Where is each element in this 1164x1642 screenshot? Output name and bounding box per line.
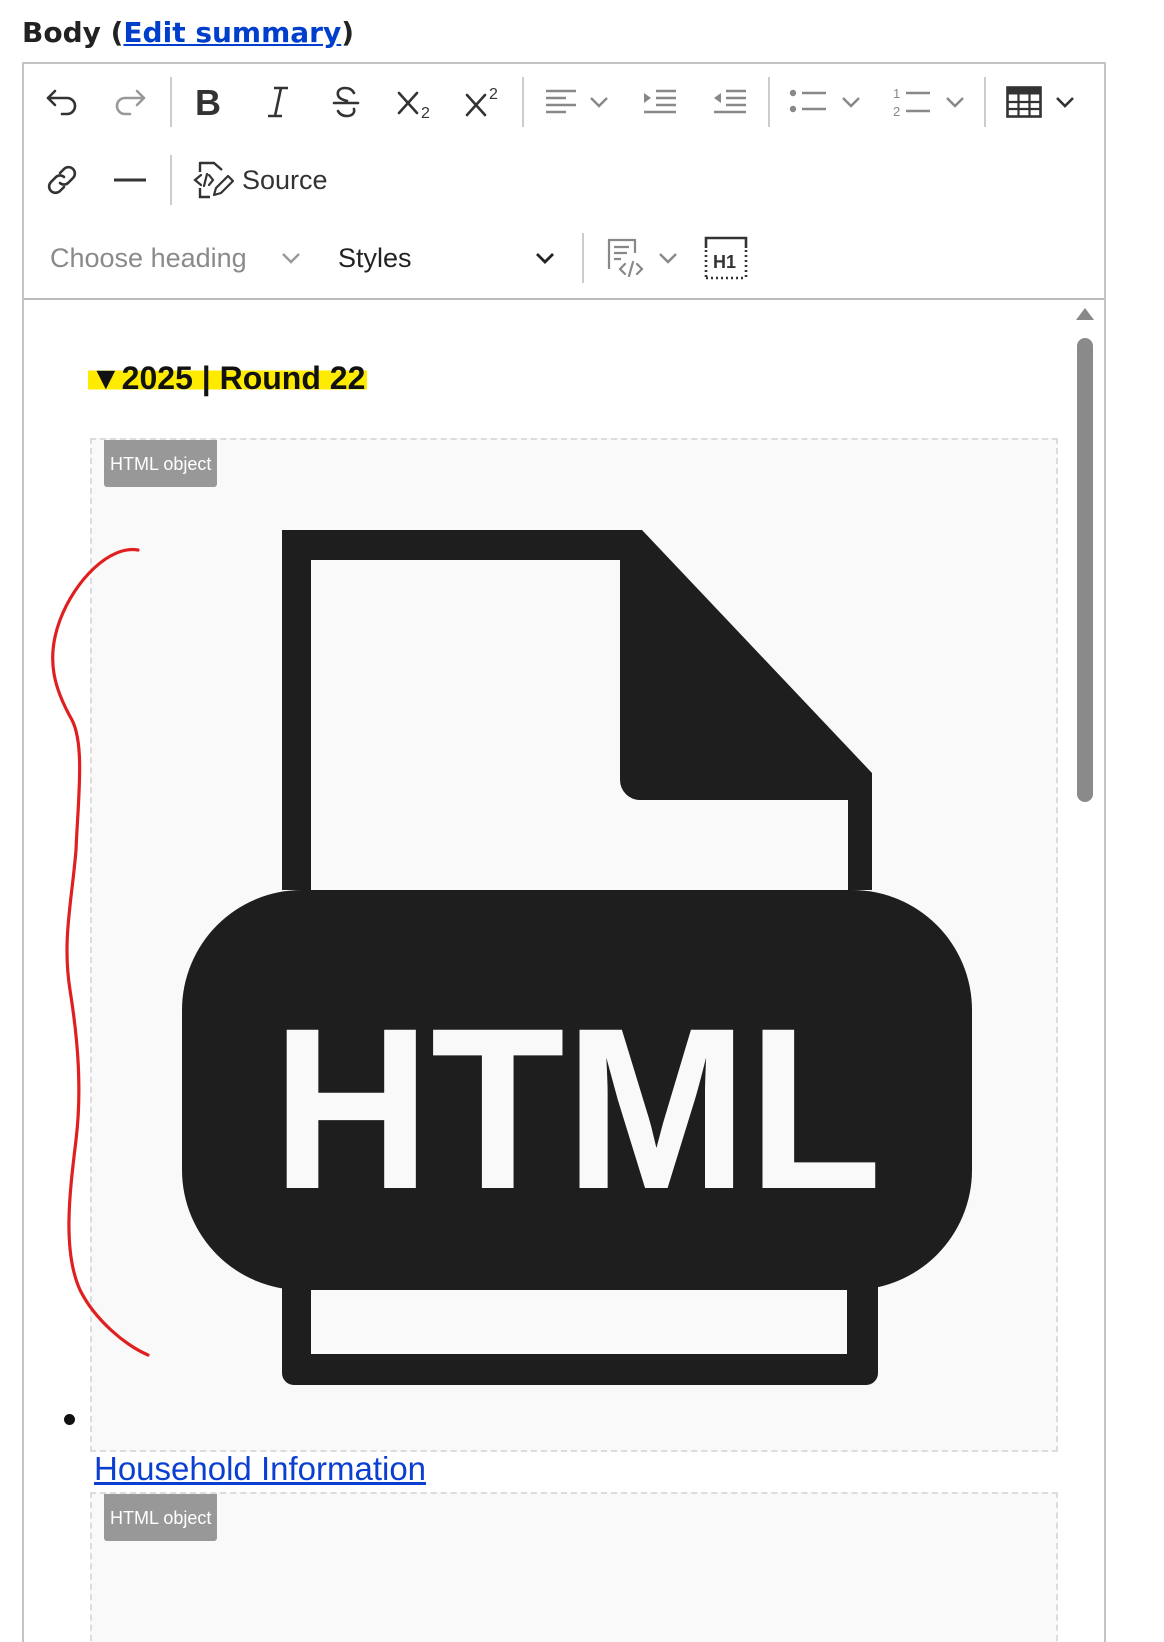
source-button[interactable]: Source bbox=[192, 150, 344, 210]
edit-summary-link[interactable]: Edit summary bbox=[123, 16, 341, 49]
horizontal-line-button[interactable] bbox=[102, 150, 158, 210]
svg-text:1: 1 bbox=[893, 86, 900, 101]
chevron-down-icon bbox=[946, 97, 964, 108]
svg-text:2: 2 bbox=[893, 104, 900, 119]
html-object-badge: HTML object bbox=[104, 1494, 218, 1541]
subscript-icon: 2 bbox=[397, 91, 430, 119]
bold-icon: B bbox=[195, 85, 221, 119]
html-object-widget[interactable]: HTML object HTML bbox=[90, 438, 1058, 1452]
undo-icon bbox=[46, 89, 77, 116]
chevron-down-icon bbox=[282, 253, 300, 264]
indent-icon bbox=[644, 89, 676, 114]
editor-content-area[interactable]: ▼2025 | Round 22 HTML object HTML Househ… bbox=[24, 300, 1104, 1642]
toolbar-separator bbox=[582, 233, 584, 283]
link-button[interactable] bbox=[34, 150, 90, 210]
chevron-down-icon bbox=[1056, 97, 1074, 108]
html-file-icon: HTML bbox=[182, 530, 972, 1385]
strikethrough-icon bbox=[332, 86, 360, 118]
chevron-down-icon bbox=[659, 253, 677, 264]
rich-text-editor: B 2 2 12 Source Choose heading Styles H1… bbox=[22, 62, 1106, 1642]
outdent-button[interactable] bbox=[700, 72, 760, 132]
italic-button[interactable] bbox=[250, 72, 306, 132]
scroll-up-arrow-icon[interactable] bbox=[1076, 308, 1094, 320]
code-block-icon bbox=[607, 238, 644, 278]
heading-dropdown[interactable]: Choose heading bbox=[50, 228, 302, 288]
svg-text:B: B bbox=[195, 85, 221, 119]
chevron-down-icon bbox=[842, 97, 860, 108]
text-alignment-dropdown[interactable] bbox=[534, 72, 620, 132]
superscript-icon: 2 bbox=[465, 86, 498, 117]
html-object-badge: HTML object bbox=[104, 440, 218, 487]
svg-text:2: 2 bbox=[489, 86, 498, 103]
source-edit-icon bbox=[193, 161, 234, 199]
summary-text: 2025 | Round 22 bbox=[121, 360, 366, 396]
undo-button[interactable] bbox=[34, 72, 90, 132]
numbered-list-dropdown[interactable]: 12 bbox=[884, 72, 974, 132]
source-label: Source bbox=[242, 164, 328, 195]
field-label-prefix: Body ( bbox=[22, 16, 124, 49]
heading-dropdown-label: Choose heading bbox=[50, 242, 247, 273]
outdent-icon bbox=[714, 89, 746, 114]
svg-text:2: 2 bbox=[421, 105, 430, 119]
code-block-dropdown[interactable] bbox=[598, 228, 684, 288]
details-summary[interactable]: ▼2025 | Round 22 bbox=[88, 360, 368, 397]
toolbar-separator bbox=[984, 77, 986, 127]
field-label-body: Body (Edit summary) bbox=[22, 16, 354, 49]
household-information-link[interactable]: Household Information bbox=[94, 1450, 426, 1488]
toolbar-separator bbox=[170, 155, 172, 205]
styles-dropdown[interactable]: Styles bbox=[338, 228, 556, 288]
collapse-triangle-icon[interactable]: ▼ bbox=[90, 360, 122, 396]
indent-button[interactable] bbox=[630, 72, 690, 132]
show-blocks-button[interactable]: H1 bbox=[698, 228, 754, 288]
toolbar-separator bbox=[522, 77, 524, 127]
redo-icon bbox=[115, 89, 146, 116]
redo-button[interactable] bbox=[102, 72, 158, 132]
numbered-list-icon: 12 bbox=[893, 86, 930, 119]
chevron-down-icon bbox=[536, 253, 554, 264]
align-left-icon bbox=[546, 89, 576, 114]
show-blocks-label: H1 bbox=[713, 252, 736, 272]
link-icon bbox=[47, 165, 77, 195]
strikethrough-button[interactable] bbox=[318, 72, 374, 132]
bulleted-list-dropdown[interactable] bbox=[780, 72, 870, 132]
horizontal-line-icon bbox=[114, 178, 146, 182]
toolbar-separator bbox=[170, 77, 172, 127]
superscript-button[interactable]: 2 bbox=[454, 72, 514, 132]
styles-dropdown-label: Styles bbox=[338, 242, 412, 273]
html-icon-label: HTML bbox=[272, 980, 882, 1237]
italic-icon bbox=[268, 86, 288, 118]
subscript-button[interactable]: 2 bbox=[386, 72, 446, 132]
editor-scrollbar[interactable] bbox=[1076, 308, 1094, 808]
table-icon bbox=[1006, 86, 1042, 118]
show-blocks-icon: H1 bbox=[704, 236, 748, 280]
bold-button[interactable]: B bbox=[180, 72, 236, 132]
scroll-thumb[interactable] bbox=[1077, 338, 1093, 802]
insert-table-dropdown[interactable] bbox=[996, 72, 1086, 132]
bulleted-list-icon bbox=[789, 89, 826, 113]
list-bullet bbox=[64, 1414, 75, 1425]
toolbar-separator bbox=[768, 77, 770, 127]
chevron-down-icon bbox=[590, 97, 608, 108]
field-label-suffix: ) bbox=[341, 16, 355, 49]
editor-toolbar: B 2 2 12 Source Choose heading Styles H1 bbox=[24, 64, 1104, 300]
